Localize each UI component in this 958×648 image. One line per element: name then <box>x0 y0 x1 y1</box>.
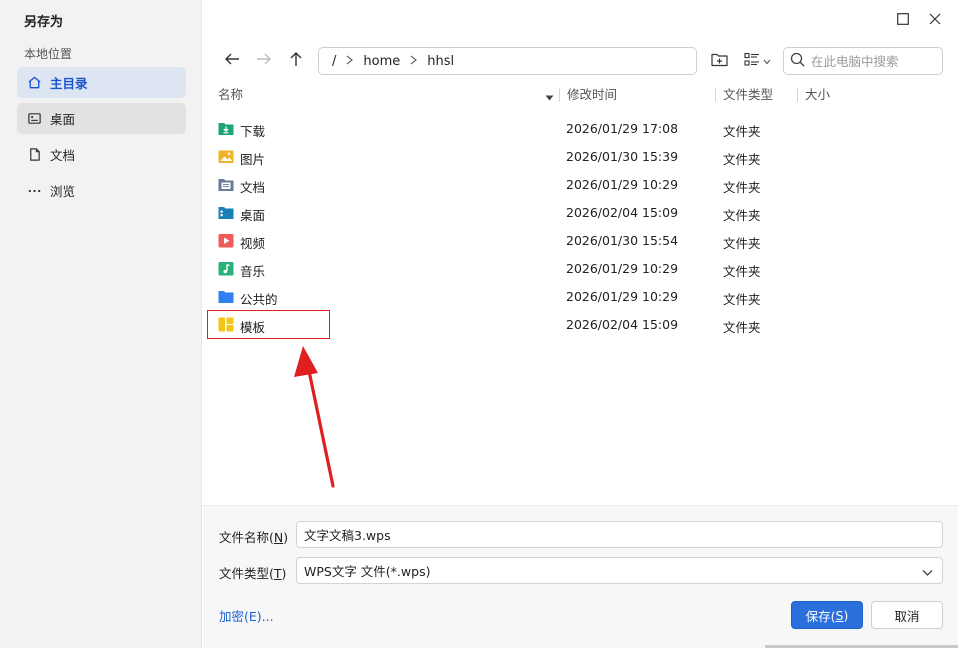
file-type: 文件夹 <box>723 264 761 279</box>
document-icon <box>26 147 42 163</box>
maximize-button[interactable] <box>894 12 912 30</box>
file-type: 文件夹 <box>723 208 761 223</box>
file-modified: 2026/01/29 10:29 <box>566 177 679 192</box>
filename-input[interactable] <box>296 521 943 548</box>
view-mode-button[interactable] <box>742 50 772 72</box>
public-folder-icon <box>218 289 234 304</box>
file-modified: 2026/01/29 17:08 <box>566 121 679 136</box>
file-row-public[interactable]: 公共的 2026/01/29 10:29 文件夹 <box>210 283 945 311</box>
arrow-up-icon <box>289 51 303 71</box>
back-button[interactable] <box>221 50 243 72</box>
file-row-pictures[interactable]: 图片 2026/01/30 15:39 文件夹 <box>210 143 945 171</box>
file-name: 图片 <box>240 152 266 167</box>
file-row-downloads[interactable]: 下载 2026/01/29 17:08 文件夹 <box>210 115 945 143</box>
sidebar-item-home[interactable]: 主目录 <box>17 67 186 98</box>
cancel-button[interactable]: 取消 <box>871 601 943 629</box>
column-divider[interactable] <box>715 88 716 102</box>
videos-folder-icon <box>218 233 234 248</box>
file-name: 公共的 <box>240 292 278 307</box>
file-row-documents[interactable]: 文档 2026/01/29 10:29 文件夹 <box>210 171 945 199</box>
highlight-box <box>207 310 330 339</box>
new-folder-button[interactable] <box>709 50 729 72</box>
column-header-size[interactable]: 大小 <box>805 87 830 103</box>
desktop-icon <box>26 111 42 127</box>
dialog-title: 另存为 <box>24 15 64 30</box>
file-type: 文件夹 <box>723 320 761 335</box>
encrypt-link[interactable]: 加密(E)... <box>219 606 274 625</box>
sort-down-icon[interactable] <box>545 90 554 105</box>
home-icon <box>26 75 42 91</box>
close-button[interactable] <box>926 12 944 30</box>
sidebar-item-documents[interactable]: 文档 <box>17 139 186 170</box>
file-row-desktop[interactable]: 桌面 2026/02/04 15:09 文件夹 <box>210 199 945 227</box>
file-modified: 2026/01/29 10:29 <box>566 289 679 304</box>
arrow-right-icon <box>256 52 272 70</box>
file-row-music[interactable]: 音乐 2026/01/29 10:29 文件夹 <box>210 255 945 283</box>
column-header-type[interactable]: 文件类型 <box>723 87 773 103</box>
forward-button[interactable] <box>253 50 275 72</box>
new-folder-icon <box>710 52 728 71</box>
pictures-folder-icon <box>218 149 234 164</box>
file-name: 文档 <box>240 180 266 195</box>
music-folder-icon <box>218 261 234 276</box>
file-modified: 2026/02/04 15:09 <box>566 317 679 332</box>
search-icon <box>790 52 805 71</box>
sidebar-item-label: 浏览 <box>50 184 76 199</box>
sidebar-item-label: 桌面 <box>50 112 76 127</box>
close-icon <box>929 13 941 29</box>
file-name: 音乐 <box>240 264 266 279</box>
save-button[interactable]: 保存(S) <box>791 601 863 629</box>
download-folder-icon <box>218 121 234 136</box>
path-segment-hhsl[interactable]: hhsl <box>427 54 454 69</box>
arrow-left-icon <box>224 52 240 70</box>
file-modified: 2026/01/29 10:29 <box>566 261 679 276</box>
up-button[interactable] <box>285 50 307 72</box>
file-type: 文件夹 <box>723 124 761 139</box>
chevron-right-icon <box>346 55 354 68</box>
column-divider[interactable] <box>797 88 798 102</box>
documents-folder-icon <box>218 177 234 192</box>
path-bar[interactable]: / home hhsl <box>318 47 697 75</box>
list-view-icon <box>743 52 760 71</box>
file-modified: 2026/01/30 15:54 <box>566 233 679 248</box>
filename-label: 文件名称(N) <box>219 530 289 545</box>
file-name: 桌面 <box>240 208 266 223</box>
sidebar-item-label: 主目录 <box>50 76 88 91</box>
file-modified: 2026/01/30 15:39 <box>566 149 679 164</box>
filetype-value: WPS文字 文件(*.wps) <box>304 564 431 579</box>
filetype-select[interactable]: WPS文字 文件(*.wps) <box>296 557 943 584</box>
chevron-down-icon <box>922 565 933 580</box>
annotation-arrow <box>294 346 335 488</box>
column-header-name[interactable]: 名称 <box>218 87 243 103</box>
chevron-right-icon <box>410 55 418 68</box>
path-segment-home[interactable]: home <box>363 54 400 69</box>
chevron-down-icon <box>763 54 771 69</box>
sidebar-section-label: 本地位置 <box>24 47 73 61</box>
file-type: 文件夹 <box>723 292 761 307</box>
file-row-videos[interactable]: 视频 2026/01/30 15:54 文件夹 <box>210 227 945 255</box>
more-icon <box>26 183 42 199</box>
search-box[interactable] <box>783 47 943 75</box>
desktop-folder-icon <box>218 205 234 220</box>
filetype-label: 文件类型(T) <box>219 566 287 581</box>
file-type: 文件夹 <box>723 152 761 167</box>
path-segment-root[interactable]: / <box>332 54 336 69</box>
file-name: 视频 <box>240 236 266 251</box>
sidebar-item-browse[interactable]: 浏览 <box>17 175 186 206</box>
maximize-icon <box>897 13 909 29</box>
file-type: 文件夹 <box>723 236 761 251</box>
sidebar-item-label: 文档 <box>50 148 76 163</box>
column-header-modified[interactable]: 修改时间 <box>567 87 617 103</box>
file-type: 文件夹 <box>723 180 761 195</box>
column-divider[interactable] <box>559 88 560 102</box>
file-modified: 2026/02/04 15:09 <box>566 205 679 220</box>
file-name: 下载 <box>240 124 266 139</box>
sidebar-item-desktop[interactable]: 桌面 <box>17 103 186 134</box>
sidebar: 另存为 本地位置 主目录 桌面 文档 浏览 <box>0 0 202 648</box>
search-input[interactable] <box>811 53 939 69</box>
